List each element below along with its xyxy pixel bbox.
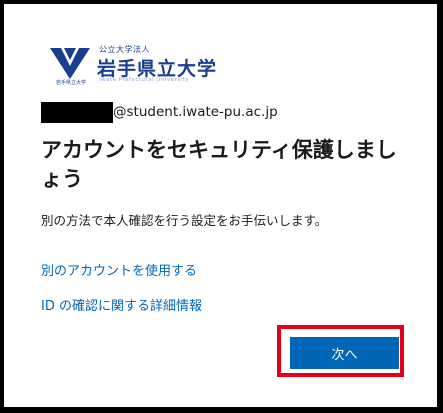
account-identifier: @student.iwate-pu.ac.jp bbox=[41, 100, 278, 124]
logo-mark-caption: 岩手県立大学 bbox=[55, 80, 86, 86]
logo-org-english: Iwate Prefectural University bbox=[99, 77, 190, 83]
use-another-account-link[interactable]: 別のアカウントを使用する bbox=[41, 260, 197, 279]
redacted-username bbox=[41, 101, 113, 123]
id-verification-details-link[interactable]: ID の確認に関する詳細情報 bbox=[41, 295, 202, 314]
university-logo: 岩手県立大学 公立大学法人 岩手県立大学 Iwate Prefectural U… bbox=[47, 44, 227, 88]
page-description: 別の方法で本人確認を行う設定をお手伝いします。 bbox=[41, 213, 328, 228]
page-title: アカウントをセキュリティ保護しましょう bbox=[41, 138, 397, 191]
email-domain: @student.iwate-pu.ac.jp bbox=[113, 104, 278, 120]
sign-in-dialog: 岩手県立大学 公立大学法人 岩手県立大学 Iwate Prefectural U… bbox=[4, 4, 437, 407]
next-button[interactable]: 次へ bbox=[290, 337, 399, 369]
